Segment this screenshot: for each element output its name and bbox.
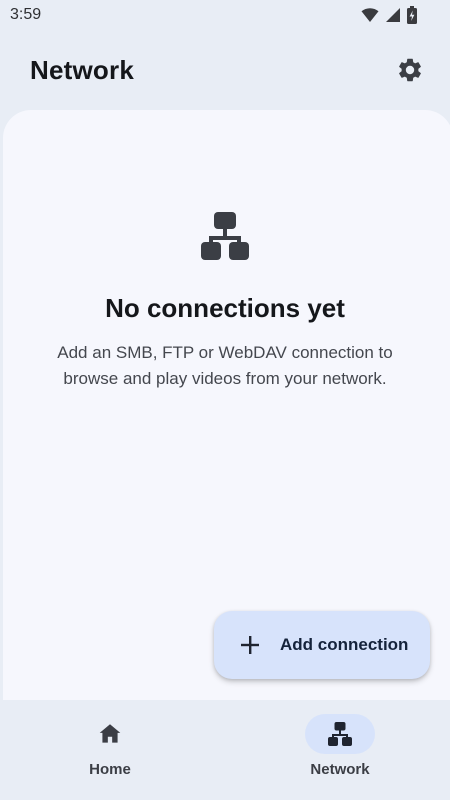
status-bar: 3:59 [0, 0, 450, 30]
nav-network-indicator [305, 714, 375, 754]
home-icon [99, 724, 121, 743]
nav-home-indicator [75, 714, 145, 754]
plus-icon [241, 636, 259, 654]
gear-icon [399, 58, 421, 82]
add-connection-label: Add connection [280, 635, 409, 654]
nav-label-home: Home [89, 761, 131, 778]
add-connection-button[interactable]: Add connection [214, 611, 430, 679]
settings-button[interactable] [392, 52, 428, 88]
battery-charging-icon [407, 6, 417, 24]
wifi-icon [361, 8, 379, 22]
bottom-navigation: Home Network [0, 700, 450, 800]
nav-item-home[interactable]: Home [50, 714, 170, 786]
status-icons [361, 6, 417, 24]
network-icon [201, 212, 249, 260]
status-time: 3:59 [10, 6, 42, 23]
cell-signal-icon [386, 8, 400, 22]
empty-state-description: Add an SMB, FTP or WebDAV connection to … [57, 343, 393, 388]
page-title: Network [30, 54, 134, 85]
nav-label-network: Network [310, 761, 370, 778]
empty-state-title: No connections yet [105, 293, 345, 323]
empty-state: No connections yet Add an SMB, FTP or We… [0, 210, 450, 392]
nav-item-network[interactable]: Network [280, 714, 400, 786]
network-icon [328, 722, 352, 746]
top-app-bar: Network [0, 38, 450, 102]
